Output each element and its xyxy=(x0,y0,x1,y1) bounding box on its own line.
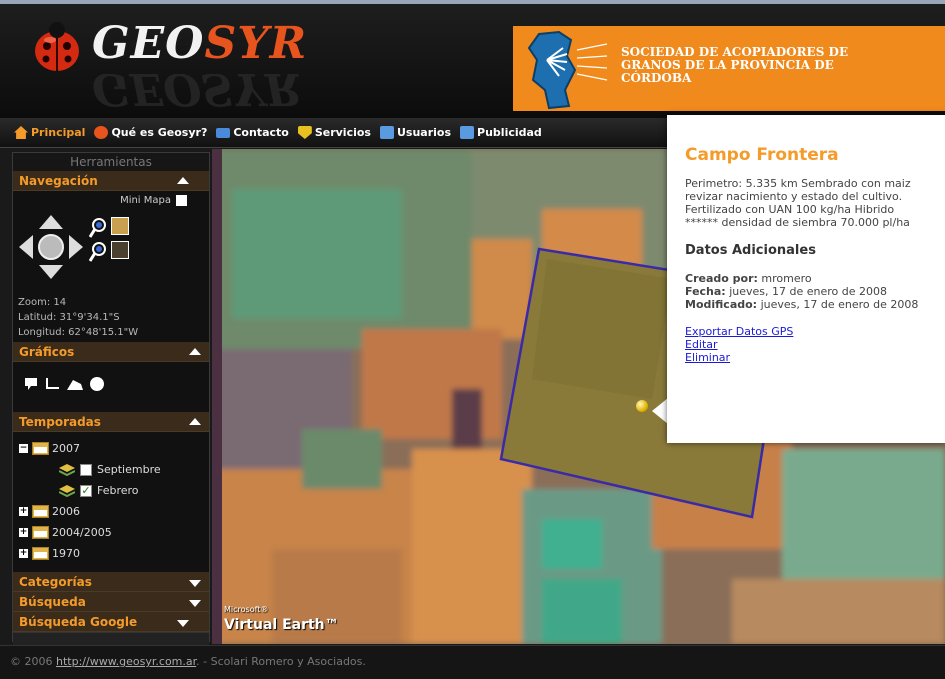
polygon-tool-icon xyxy=(67,380,83,390)
popup-extra-title: Datos Adicionales xyxy=(685,243,816,258)
sponsor-banner[interactable]: SOCIEDAD DE ACOPIADORES DE GRANOS DE LA … xyxy=(513,26,945,111)
section-categorias-header[interactable]: Categorías xyxy=(13,572,209,592)
longitude-readout: Longitud: 62°48'15.1"W xyxy=(18,327,139,338)
home-icon xyxy=(14,126,28,139)
expand-icon[interactable]: + xyxy=(19,528,28,537)
popup-tail xyxy=(652,398,668,424)
marker-tool-icon xyxy=(25,378,37,390)
collapse-arrow-icon[interactable] xyxy=(177,177,189,184)
expand-arrow-icon[interactable] xyxy=(177,620,189,627)
pan-left-icon xyxy=(19,235,33,259)
tree-season-febrero[interactable]: ✓ Febrero xyxy=(19,480,209,501)
footer: © 2006 http://www.geosyr.com.ar. - Scola… xyxy=(0,645,945,679)
nav-contacto[interactable]: Contacto xyxy=(216,126,289,139)
calendar-icon xyxy=(32,505,49,518)
section-navegacion-header[interactable]: Navegación xyxy=(13,171,209,191)
pan-down-icon xyxy=(39,265,63,279)
pan-up-icon xyxy=(39,215,63,229)
ad-icon xyxy=(460,126,475,139)
edit-link[interactable]: Editar xyxy=(685,338,927,351)
collapse-arrow-icon[interactable] xyxy=(189,418,201,425)
virtual-earth-logo: Microsoft® Virtual Earth™ xyxy=(224,605,339,634)
delete-link[interactable]: Eliminar xyxy=(685,351,927,364)
tree-season-septiembre[interactable]: Septiembre xyxy=(19,459,209,480)
sidebar-title: Herramientas xyxy=(13,153,209,171)
section-navegacion-body: Mini Mapa Zoom: 14 Latitud: 31°9'34.1"S … xyxy=(13,191,209,342)
zoom-in-icon[interactable] xyxy=(88,217,111,239)
nav-principal[interactable]: Principal xyxy=(14,126,85,139)
calendar-icon xyxy=(32,442,49,455)
shield-icon xyxy=(297,126,312,139)
site-link[interactable]: http://www.geosyr.com.ar xyxy=(56,655,196,668)
export-gps-link[interactable]: Exportar Datos GPS xyxy=(685,325,927,338)
expand-arrow-icon[interactable] xyxy=(189,600,201,607)
expand-arrow-icon[interactable] xyxy=(189,580,201,587)
tree-year-2007[interactable]: − 2007 xyxy=(19,438,209,459)
terrain-view-icon[interactable] xyxy=(111,241,129,259)
logo-reflection: GEOSYR xyxy=(92,74,302,114)
latitude-readout: Latitud: 31°9'34.1"S xyxy=(18,312,120,323)
nav-servicios[interactable]: Servicios xyxy=(297,126,371,139)
pan-right-icon xyxy=(69,235,83,259)
collapse-arrow-icon[interactable] xyxy=(189,348,201,355)
tree-year-2004-2005[interactable]: + 2004/2005 xyxy=(19,522,209,543)
cordoba-map-icon xyxy=(527,30,608,110)
header: GEOSYR GEOSYR SOCIEDAD DE ACOPIADORES DE… xyxy=(0,0,945,118)
nav-publicidad[interactable]: Publicidad xyxy=(460,126,542,139)
ladybug-logo-icon xyxy=(35,22,79,71)
layers-icon xyxy=(59,463,75,476)
users-icon xyxy=(379,126,394,139)
nav-que-es-geosyr[interactable]: Qué es Geosyr? xyxy=(94,126,207,139)
section-graficos-body xyxy=(13,362,209,412)
ladybug-icon xyxy=(94,126,109,139)
nav-usuarios[interactable]: Usuarios xyxy=(379,126,451,139)
tree-year-1970[interactable]: + 1970 xyxy=(19,543,209,564)
pan-control[interactable] xyxy=(17,213,85,281)
tree-year-2006[interactable]: + 2006 xyxy=(19,501,209,522)
polyline-tool-icon xyxy=(46,378,59,389)
popup-description: Perimetro: 5.335 km Sembrado con maiz re… xyxy=(685,177,911,229)
popup-fecha: Fecha: jueves, 17 de enero de 2008 xyxy=(685,285,887,298)
section-temporadas-header[interactable]: Temporadas xyxy=(13,412,209,432)
collapse-icon[interactable]: − xyxy=(19,444,28,453)
map-pin-icon[interactable] xyxy=(636,400,648,412)
layers-icon xyxy=(59,484,75,497)
tools-sidebar: Herramientas Navegación Mini Mapa Zoom: … xyxy=(12,152,210,646)
popup-creado: Creado por: mromero xyxy=(685,272,812,285)
satellite-view-icon[interactable] xyxy=(111,217,129,235)
zoom-out-icon[interactable] xyxy=(88,241,111,263)
mini-mapa-toggle[interactable]: Mini Mapa xyxy=(120,195,187,206)
mail-icon xyxy=(216,127,231,138)
calendar-icon xyxy=(32,526,49,539)
section-busqueda-header[interactable]: Búsqueda xyxy=(13,592,209,612)
site-logo[interactable]: GEOSYR xyxy=(92,18,307,69)
zoom-readout: Zoom: 14 xyxy=(18,297,67,308)
section-graficos-header[interactable]: Gráficos xyxy=(13,342,209,362)
febrero-checkbox[interactable]: ✓ xyxy=(80,484,92,497)
popup-title: Campo Frontera xyxy=(685,145,839,165)
calendar-icon xyxy=(32,547,49,560)
info-popup: Campo Frontera Perimetro: 5.335 km Sembr… xyxy=(667,115,945,443)
mini-mapa-checkbox[interactable] xyxy=(176,195,187,206)
expand-icon[interactable]: + xyxy=(19,549,28,558)
banner-text: SOCIEDAD DE ACOPIADORES DE GRANOS DE LA … xyxy=(621,45,849,85)
horizontal-scrollbar[interactable] xyxy=(13,632,209,646)
expand-icon[interactable]: + xyxy=(19,507,28,516)
circle-tool-icon xyxy=(90,377,104,391)
drawing-tools[interactable] xyxy=(23,376,113,392)
popup-modificado: Modificado: jueves, 17 de enero de 2008 xyxy=(685,298,919,311)
section-temporadas-body: − 2007 Septiembre ✓ Febrero + 2006 + 200… xyxy=(13,432,209,572)
septiembre-checkbox[interactable] xyxy=(80,463,92,476)
section-busqueda-google-header[interactable]: Búsqueda Google xyxy=(13,612,209,632)
